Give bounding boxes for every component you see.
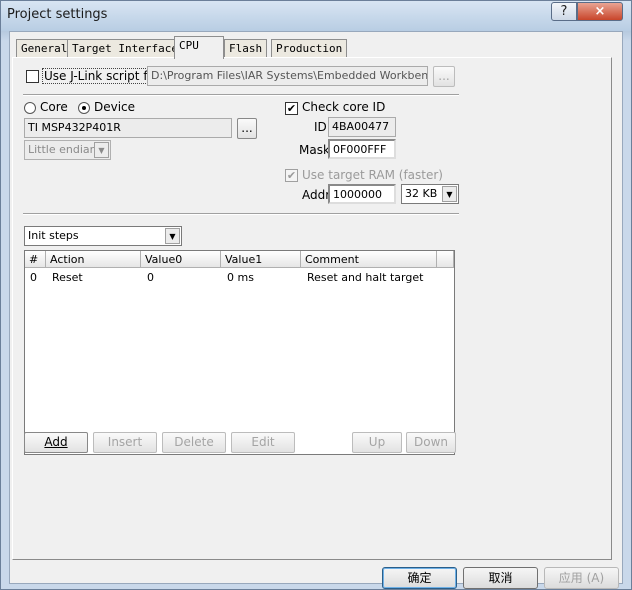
addr-label: Addr: [302, 188, 331, 202]
ram-addr-field[interactable]: 1000000: [328, 184, 396, 204]
divider: [23, 213, 459, 215]
close-icon[interactable]: ×: [577, 2, 623, 21]
mask-field[interactable]: 0F000FFF: [328, 139, 396, 159]
column-header-filler: [437, 251, 454, 268]
check-core-id-label: Check core ID: [302, 100, 386, 114]
add-button[interactable]: Add: [24, 432, 88, 453]
column-header-comment[interactable]: Comment: [301, 251, 437, 268]
jlink-script-checkbox[interactable]: [26, 70, 39, 83]
window-title: Project settings: [7, 7, 108, 22]
use-target-ram-checkbox[interactable]: ✔: [285, 169, 298, 182]
column-header-value1[interactable]: Value1: [221, 251, 301, 268]
column-header-num[interactable]: #: [25, 251, 46, 268]
chevron-down-icon: ▼: [94, 142, 109, 158]
radio-core[interactable]: [24, 102, 36, 114]
init-steps-value: Init steps: [28, 229, 79, 242]
radio-device-label: Device: [94, 100, 136, 114]
endian-select-value: Little endian: [28, 143, 97, 156]
insert-button[interactable]: Insert: [93, 432, 157, 453]
device-field[interactable]: TI MSP432P401R: [24, 118, 232, 138]
cell-action: Reset: [52, 271, 83, 284]
device-browse-button[interactable]: ...: [237, 118, 257, 139]
cell-value1: 0 ms: [227, 271, 254, 284]
ok-button[interactable]: 确定: [382, 567, 457, 589]
tab-flash[interactable]: Flash: [224, 39, 268, 58]
project-settings-window: Project settings ? × General Target Inte…: [0, 0, 632, 590]
cell-value0: 0: [147, 271, 154, 284]
init-steps-select[interactable]: Init steps ▼: [24, 226, 182, 246]
use-target-ram-label: Use target RAM (faster): [302, 168, 443, 182]
radio-device[interactable]: [78, 102, 90, 114]
delete-button[interactable]: Delete: [162, 432, 226, 453]
tab-general[interactable]: General: [16, 39, 73, 58]
ram-size-select[interactable]: 32 KB ▼: [401, 184, 459, 204]
column-header-value0[interactable]: Value0: [141, 251, 221, 268]
jlink-browse-button[interactable]: ...: [433, 66, 455, 87]
mask-label: Mask: [299, 143, 330, 157]
tab-production[interactable]: Production: [271, 39, 348, 58]
edit-button[interactable]: Edit: [231, 432, 295, 453]
id-label: ID: [314, 120, 327, 134]
help-icon[interactable]: ?: [551, 2, 577, 21]
tab-cpu[interactable]: CPU: [174, 36, 224, 59]
column-header-action[interactable]: Action: [46, 251, 141, 268]
jlink-script-path-field[interactable]: D:\Program Files\IAR Systems\Embedded Wo…: [147, 66, 428, 86]
chevron-down-icon: ▼: [165, 228, 180, 244]
jlink-script-label: Use J-Link script file: [42, 68, 164, 84]
radio-core-label: Core: [40, 100, 68, 114]
core-id-field[interactable]: 4BA00477: [328, 117, 396, 137]
apply-button[interactable]: 应用 (A): [544, 567, 619, 589]
check-core-id-checkbox[interactable]: ✔: [285, 102, 298, 115]
down-button[interactable]: Down: [406, 432, 456, 453]
cancel-button[interactable]: 取消: [463, 567, 538, 589]
divider: [23, 94, 459, 96]
up-button[interactable]: Up: [352, 432, 402, 453]
tab-target-interface[interactable]: Target Interface: [67, 39, 183, 58]
endian-select[interactable]: Little endian ▼: [24, 140, 111, 160]
chevron-down-icon: ▼: [442, 186, 457, 202]
init-steps-table[interactable]: # Action Value0 Value1 Comment 0 Reset 0…: [24, 250, 455, 455]
cell-num: 0: [30, 271, 37, 284]
ram-size-value: 32 KB: [405, 187, 438, 200]
title-bar[interactable]: Project settings ? ×: [1, 1, 631, 31]
cell-comment: Reset and halt target: [307, 271, 424, 284]
add-button-label: Add: [44, 435, 68, 449]
